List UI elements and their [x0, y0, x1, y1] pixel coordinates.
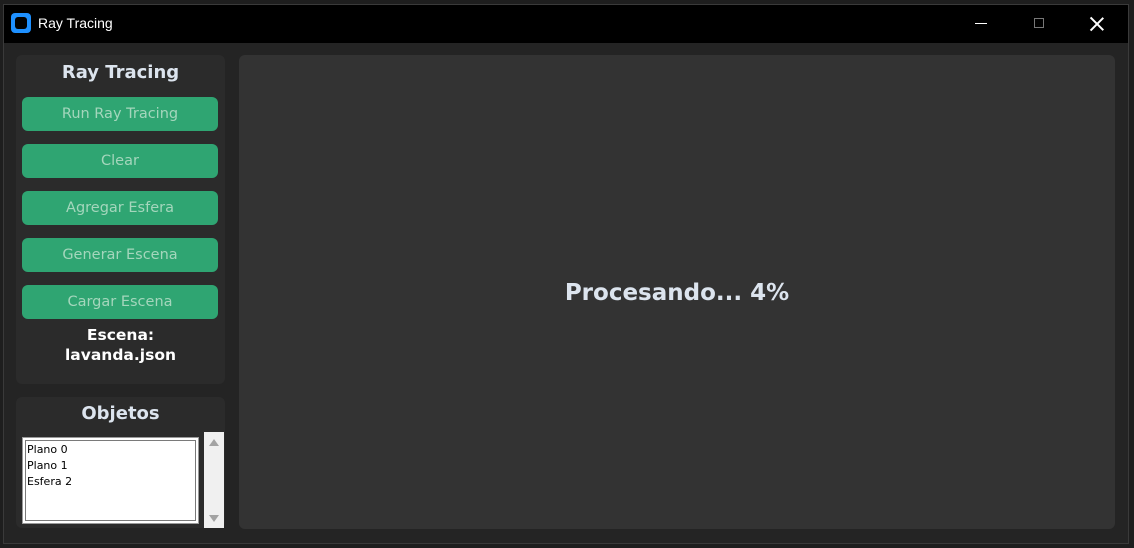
progress-status: Procesando... 4%	[564, 280, 790, 306]
render-canvas[interactable]: Procesando... 4%	[239, 55, 1115, 529]
maximize-icon	[1034, 18, 1044, 28]
objects-listbox[interactable]: Plano 0 Plano 1 Esfera 2	[22, 437, 199, 524]
controls-panel: Ray Tracing Run Ray Tracing Clear Agrega…	[16, 55, 225, 384]
minimize-icon	[975, 23, 987, 24]
generate-scene-button[interactable]: Generar Escena	[22, 238, 218, 272]
clear-button[interactable]: Clear	[22, 144, 218, 178]
objects-scrollbar[interactable]	[204, 432, 224, 528]
close-icon	[1090, 17, 1104, 31]
add-sphere-button[interactable]: Agregar Esfera	[22, 191, 218, 225]
objects-panel: Objetos Plano 0 Plano 1 Esfera 2	[16, 397, 225, 528]
app-window: Ray Tracing Ray Tracing Run Ray Tracing …	[3, 4, 1129, 544]
list-item[interactable]: Plano 0	[27, 442, 194, 458]
scene-filename: lavanda.json	[64, 346, 177, 364]
close-button[interactable]	[1068, 5, 1126, 43]
controls-heading: Ray Tracing	[61, 62, 180, 83]
listbox-focus-frame: Plano 0 Plano 1 Esfera 2	[25, 440, 196, 521]
title-bar[interactable]: Ray Tracing	[4, 5, 1128, 43]
maximize-button[interactable]	[1010, 5, 1068, 43]
objects-heading: Objetos	[81, 403, 160, 424]
list-item[interactable]: Esfera 2	[27, 474, 194, 490]
scroll-down-arrow-icon[interactable]	[209, 515, 219, 522]
load-scene-button[interactable]: Cargar Escena	[22, 285, 218, 319]
scroll-up-arrow-icon[interactable]	[209, 439, 219, 446]
list-item[interactable]: Plano 1	[27, 458, 194, 474]
window-title: Ray Tracing	[38, 15, 113, 31]
scene-info: Escena: lavanda.json	[16, 325, 225, 365]
app-icon	[11, 13, 31, 33]
minimize-button[interactable]	[952, 5, 1010, 43]
scene-caption: Escena:	[86, 326, 155, 344]
run-ray-tracing-button[interactable]: Run Ray Tracing	[22, 97, 218, 131]
